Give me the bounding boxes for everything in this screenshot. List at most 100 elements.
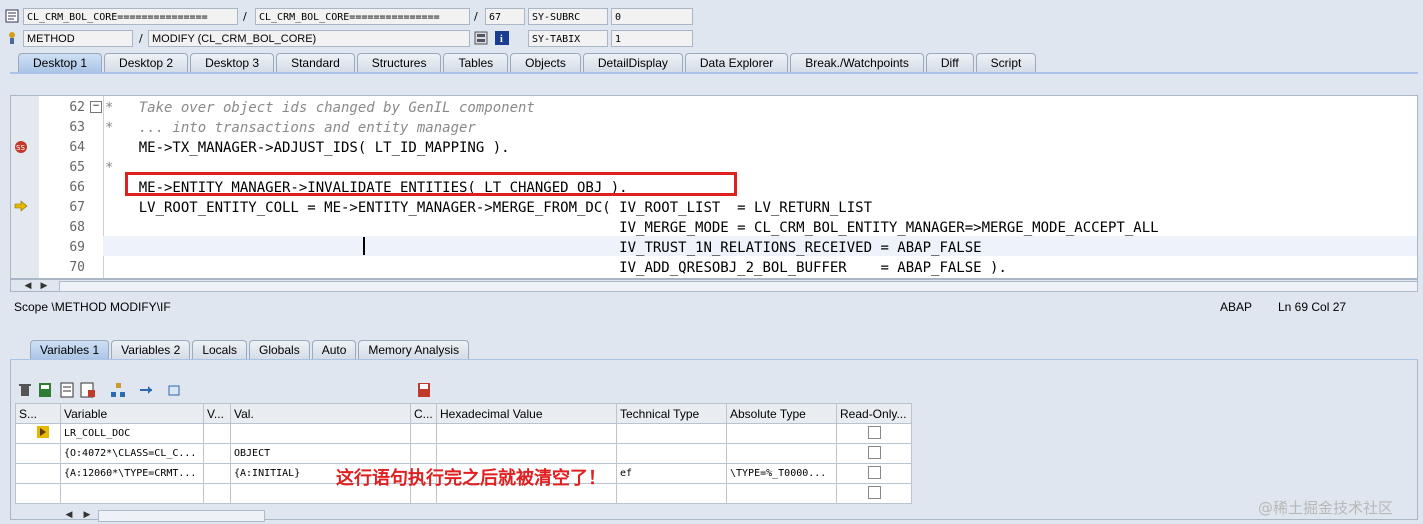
scroll-left-button[interactable]: ◀ — [21, 280, 35, 292]
column-header[interactable]: Val. — [230, 403, 411, 424]
absolute-type-cell[interactable] — [726, 483, 837, 504]
tab-variables-1[interactable]: Variables 1 — [30, 340, 110, 360]
tab-desktop-1[interactable]: Desktop 1 — [18, 53, 103, 73]
column-header[interactable]: Technical Type — [616, 403, 727, 424]
column-header[interactable]: S... — [15, 403, 61, 424]
c-cell[interactable] — [410, 423, 437, 444]
v-cell[interactable] — [203, 483, 231, 504]
tab-standard[interactable]: Standard — [276, 53, 355, 73]
c-cell[interactable] — [410, 443, 437, 464]
read-only-checkbox[interactable] — [867, 445, 881, 459]
tab-desktop-2[interactable]: Desktop 2 — [104, 53, 189, 73]
breakpoint-icon[interactable]: SS — [13, 140, 29, 157]
absolute-type-cell[interactable] — [726, 443, 837, 464]
variable-cell[interactable]: LR_COLL_DOC — [60, 423, 204, 444]
value-cell[interactable] — [230, 423, 411, 444]
column-header[interactable]: V... — [203, 403, 231, 424]
include-field[interactable]: CL_CRM_BOL_CORE=============== — [255, 8, 470, 25]
watermark: @稀土掘金技术社区 — [1258, 499, 1394, 517]
status-cell[interactable] — [15, 423, 61, 444]
value-cell[interactable]: OBJECT — [230, 443, 411, 464]
tab-script[interactable]: Script — [975, 53, 1037, 73]
breakpoint-gutter[interactable] — [11, 96, 39, 278]
status-cell[interactable] — [15, 463, 61, 484]
load-variables-icon[interactable] — [60, 382, 74, 401]
tab-variables-2[interactable]: Variables 2 — [111, 340, 191, 360]
table-scroll-left-button[interactable]: ◀ — [62, 509, 76, 521]
technical-type-cell[interactable] — [616, 423, 727, 444]
status-cell[interactable] — [15, 483, 61, 504]
tab-objects[interactable]: Objects — [510, 53, 581, 73]
table-row[interactable]: LR_COLL_DOC — [15, 423, 912, 444]
read-only-checkbox[interactable] — [867, 485, 881, 499]
variable-cell[interactable]: {O:4072*\CLASS=CL_C... — [60, 443, 204, 464]
variable-cell[interactable]: {A:12060*\TYPE=CRMT... — [60, 463, 204, 484]
code-line[interactable]: * — [105, 158, 113, 178]
technical-type-cell[interactable]: ef — [616, 463, 727, 484]
column-header[interactable]: Absolute Type — [726, 403, 837, 424]
read-only-cell[interactable] — [836, 443, 912, 464]
code-line[interactable]: IV_ADD_QRESOBJ_2_BOL_BUFFER = ABAP_FALSE… — [105, 258, 1007, 278]
table-hscroll[interactable]: ◀ ▶ — [60, 509, 265, 522]
absolute-type-cell[interactable] — [726, 423, 837, 444]
delete-icon[interactable] — [18, 382, 32, 401]
line-field[interactable]: 67 — [485, 8, 525, 25]
scroll-thumb[interactable] — [59, 281, 1418, 292]
code-line[interactable]: * Take over object ids changed by GenIL … — [105, 98, 535, 118]
hex-cell[interactable] — [436, 423, 617, 444]
object-icon[interactable] — [166, 382, 182, 401]
status-cell[interactable] — [15, 443, 61, 464]
read-only-checkbox[interactable] — [867, 425, 881, 439]
code-line[interactable]: ME->TX_MANAGER->ADJUST_IDS( LT_ID_MAPPIN… — [105, 138, 510, 158]
tab-globals[interactable]: Globals — [249, 340, 310, 360]
hex-cell[interactable] — [436, 443, 617, 464]
fold-toggle-icon[interactable]: − — [90, 101, 102, 113]
save-variables-icon[interactable] — [38, 382, 52, 401]
tab-desktop-3[interactable]: Desktop 3 — [190, 53, 275, 73]
navigate-arrows-icon[interactable] — [138, 382, 154, 401]
technical-type-cell[interactable] — [616, 443, 727, 464]
tab-locals[interactable]: Locals — [192, 340, 247, 360]
column-header[interactable]: Hexadecimal Value — [436, 403, 617, 424]
line-number: 62 — [69, 100, 85, 115]
tab-tables[interactable]: Tables — [443, 53, 509, 73]
read-only-cell[interactable] — [836, 423, 912, 444]
program-field[interactable]: CL_CRM_BOL_CORE=============== — [23, 8, 238, 25]
read-only-cell[interactable] — [836, 463, 912, 484]
export-icon[interactable] — [80, 382, 96, 401]
tab-data-explorer[interactable]: Data Explorer — [684, 53, 789, 73]
variable-cell[interactable] — [60, 483, 204, 504]
read-only-cell[interactable] — [836, 483, 912, 504]
column-header[interactable]: C... — [410, 403, 437, 424]
technical-type-cell[interactable] — [616, 483, 727, 504]
code-line[interactable]: IV_MERGE_MODE = CL_CRM_BOL_ENTITY_MANAGE… — [105, 218, 1158, 238]
code-line[interactable]: * ... into transactions and entity manag… — [105, 118, 476, 138]
save-icon[interactable] — [417, 382, 431, 401]
tab-auto[interactable]: Auto — [311, 340, 357, 360]
table-row[interactable]: {O:4072*\CLASS=CL_C... OBJECT — [15, 443, 912, 464]
v-cell[interactable] — [203, 463, 231, 484]
v-cell[interactable] — [203, 423, 231, 444]
tab-underline — [10, 72, 1418, 74]
absolute-type-cell[interactable]: \TYPE=%_T0000... — [726, 463, 837, 484]
tab-break-watchpoints[interactable]: Break./Watchpoints — [790, 53, 924, 73]
tab-diff[interactable]: Diff — [925, 53, 974, 73]
tab-structures[interactable]: Structures — [356, 53, 442, 73]
hierarchy-icon[interactable] — [110, 382, 126, 401]
table-scroll-thumb[interactable] — [98, 510, 265, 522]
code-line[interactable]: IV_TRUST_1N_RELATIONS_RECEIVED = ABAP_FA… — [105, 238, 981, 258]
scroll-right-button[interactable]: ▶ — [37, 280, 51, 292]
code-line[interactable]: LV_ROOT_ENTITY_COLL = ME->ENTITY_MANAGER… — [105, 198, 872, 218]
code-hscroll[interactable]: ◀ ▶ — [10, 279, 1418, 292]
column-header[interactable]: Variable — [60, 403, 204, 424]
v-cell[interactable] — [203, 443, 231, 464]
variables-toolbar — [18, 382, 430, 401]
table-scroll-right-button[interactable]: ▶ — [80, 509, 94, 521]
source-code-editor[interactable]: − 62 * Take over object ids changed by Ge… — [10, 95, 1418, 279]
read-only-checkbox[interactable] — [867, 465, 881, 479]
tab-detaildisplay[interactable]: DetailDisplay — [582, 53, 683, 73]
info-icon[interactable]: i — [495, 31, 509, 45]
tab-memory-analysis[interactable]: Memory Analysis — [358, 340, 470, 360]
column-header[interactable]: Read-Only... — [836, 403, 912, 424]
navigate-icon[interactable] — [474, 31, 488, 45]
